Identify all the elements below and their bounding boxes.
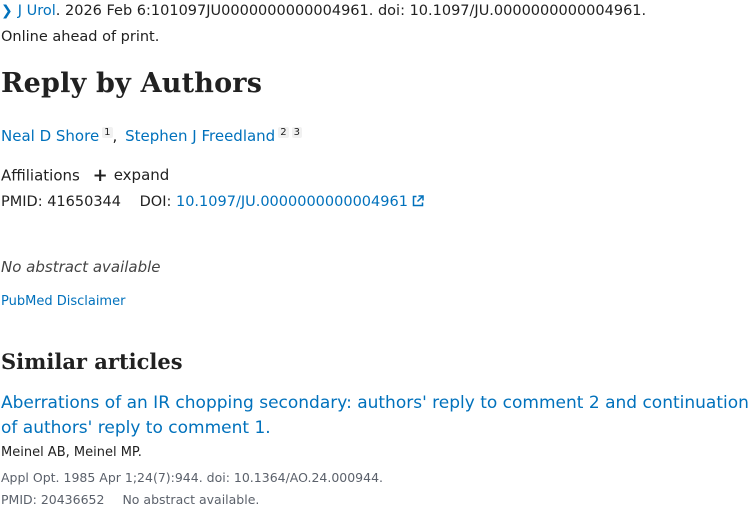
plus-icon: + (92, 164, 108, 186)
affiliations-label: Affiliations (1, 166, 80, 185)
journal-link[interactable]: J Urol (18, 3, 56, 19)
similar-article-authors: Meinel AB, Meinel MP. (1, 445, 142, 460)
author-link[interactable]: Stephen J Freedland (125, 127, 275, 145)
citation-line: ❯ J Urol. 2026 Feb 6:101097JU000000000000… (1, 3, 646, 19)
similar-article-title-link[interactable]: Aberrations of an IR chopping secondary:… (1, 391, 750, 441)
affiliation-ref[interactable]: 3 (291, 127, 302, 138)
affiliation-ref[interactable]: 2 (278, 127, 289, 138)
no-abstract-note: No abstract available (1, 258, 161, 276)
pmid-label: PMID: (1, 194, 43, 210)
doi-label: DOI: (139, 194, 172, 210)
article-title: Reply by Authors (1, 68, 263, 99)
expand-label: expand (113, 166, 170, 184)
affiliation-ref[interactable]: 1 (102, 127, 113, 138)
doi-link[interactable]: 10.1097/JU.0000000000004961 (176, 194, 408, 210)
affiliations-row: Affiliations + expand (1, 166, 169, 185)
external-link-icon[interactable] (412, 195, 424, 211)
citation-details: . 2026 Feb 6:101097JU0000000000004961. d… (55, 3, 647, 19)
chevron-right-icon[interactable]: ❯ (1, 3, 13, 19)
expand-affiliations-button[interactable]: + expand (93, 166, 170, 184)
authors-list: Neal D Shore 1, Stephen J Freedland 2 3 (1, 127, 302, 145)
author-separator: , (112, 127, 118, 145)
identifiers-row: PMID: 41650344 DOI: 10.1097/JU.000000000… (1, 194, 424, 211)
pubmed-disclaimer-link[interactable]: PubMed Disclaimer (1, 294, 125, 309)
similar-articles-heading: Similar articles (1, 349, 183, 374)
author-link[interactable]: Neal D Shore (1, 127, 99, 145)
similar-article-citation: Appl Opt. 1985 Apr 1;24(7):944. doi: 10.… (1, 470, 384, 485)
pmid-value: 41650344 (47, 194, 122, 210)
publication-status: Online ahead of print. (1, 29, 160, 45)
